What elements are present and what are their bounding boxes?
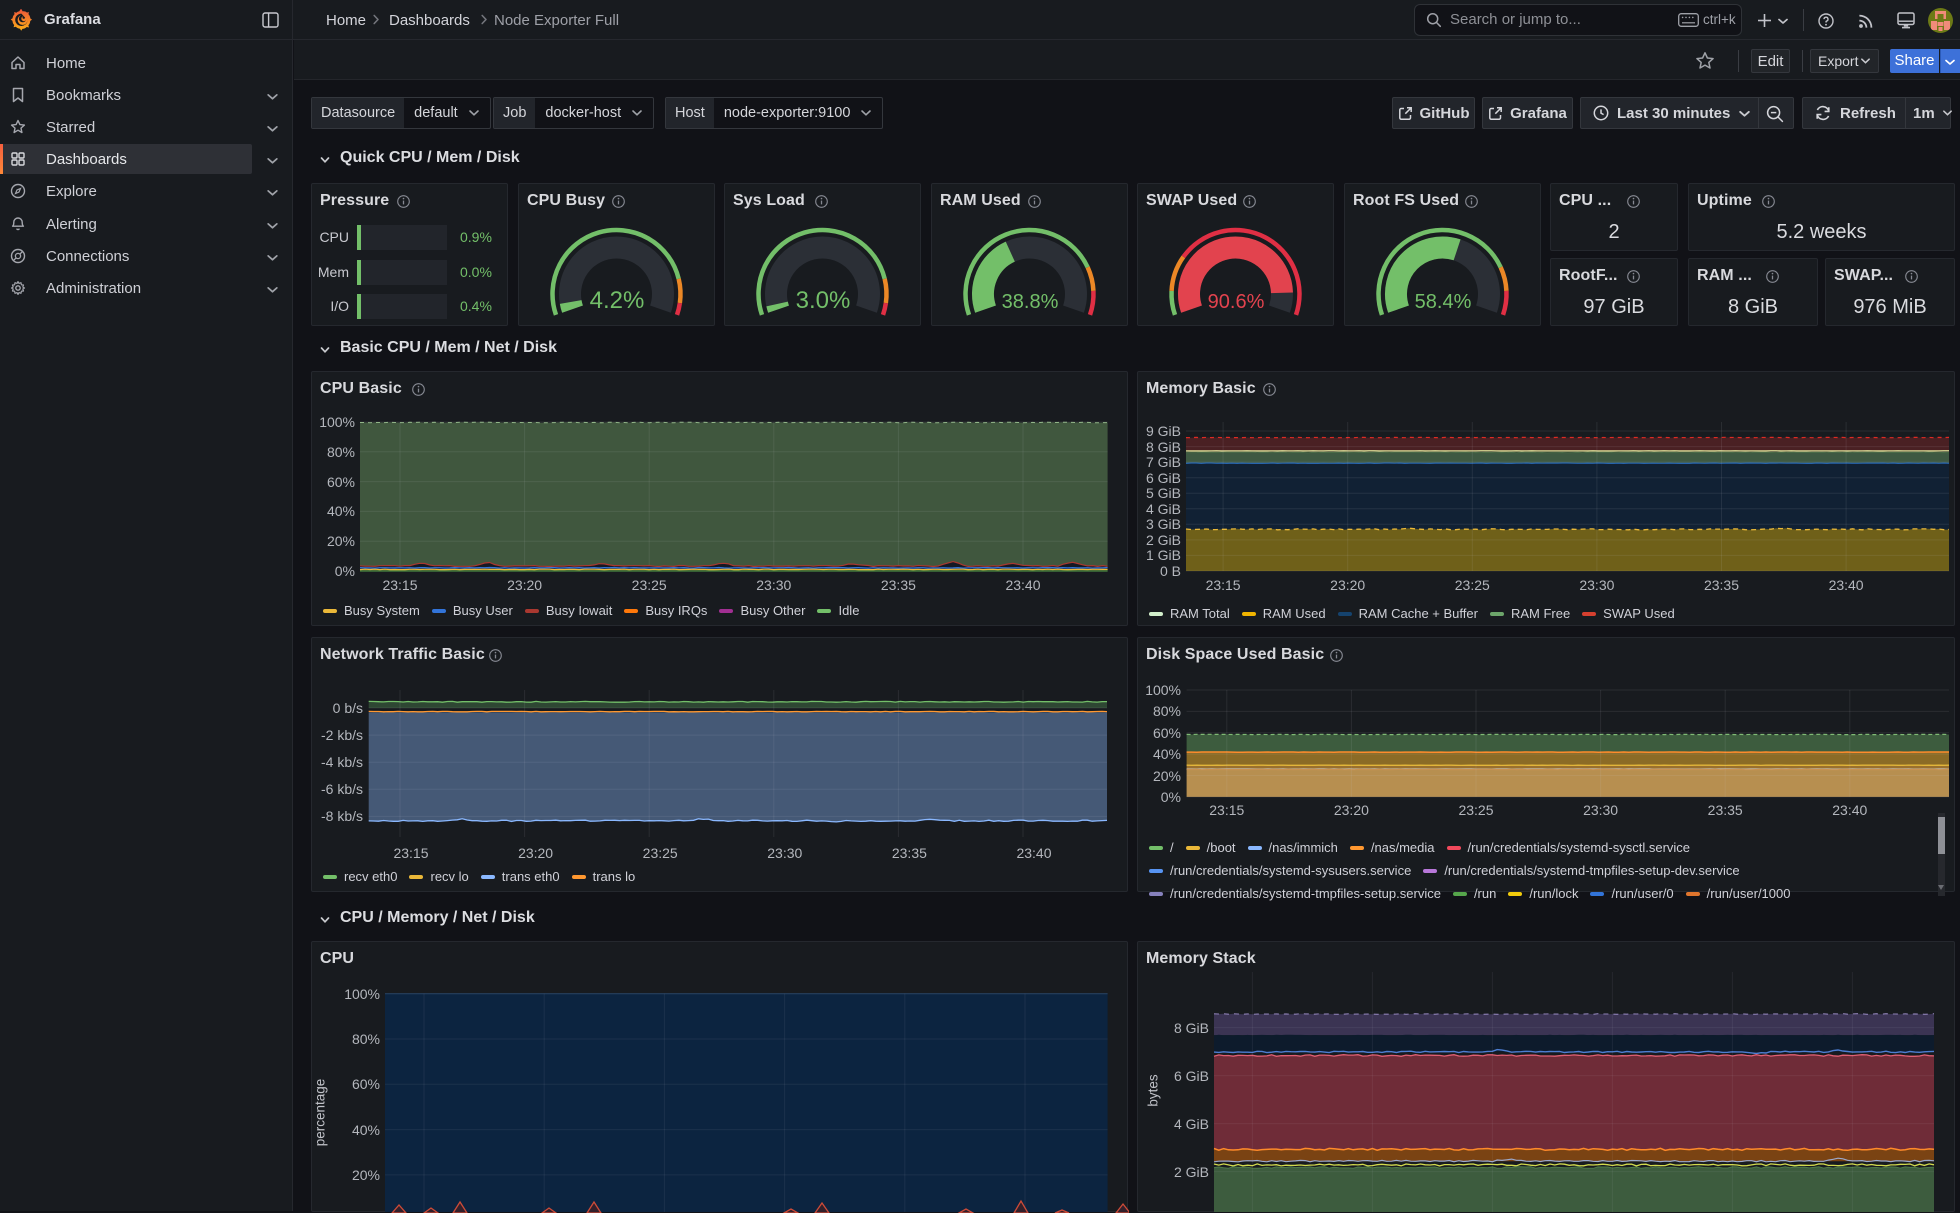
svg-text:4.2%: 4.2% [590, 287, 645, 314]
svg-text:3.0%: 3.0% [796, 287, 851, 314]
svg-text:90.6%: 90.6% [1208, 291, 1265, 313]
svg-text:58.4%: 58.4% [1415, 291, 1472, 313]
svg-text:38.8%: 38.8% [1002, 291, 1059, 313]
